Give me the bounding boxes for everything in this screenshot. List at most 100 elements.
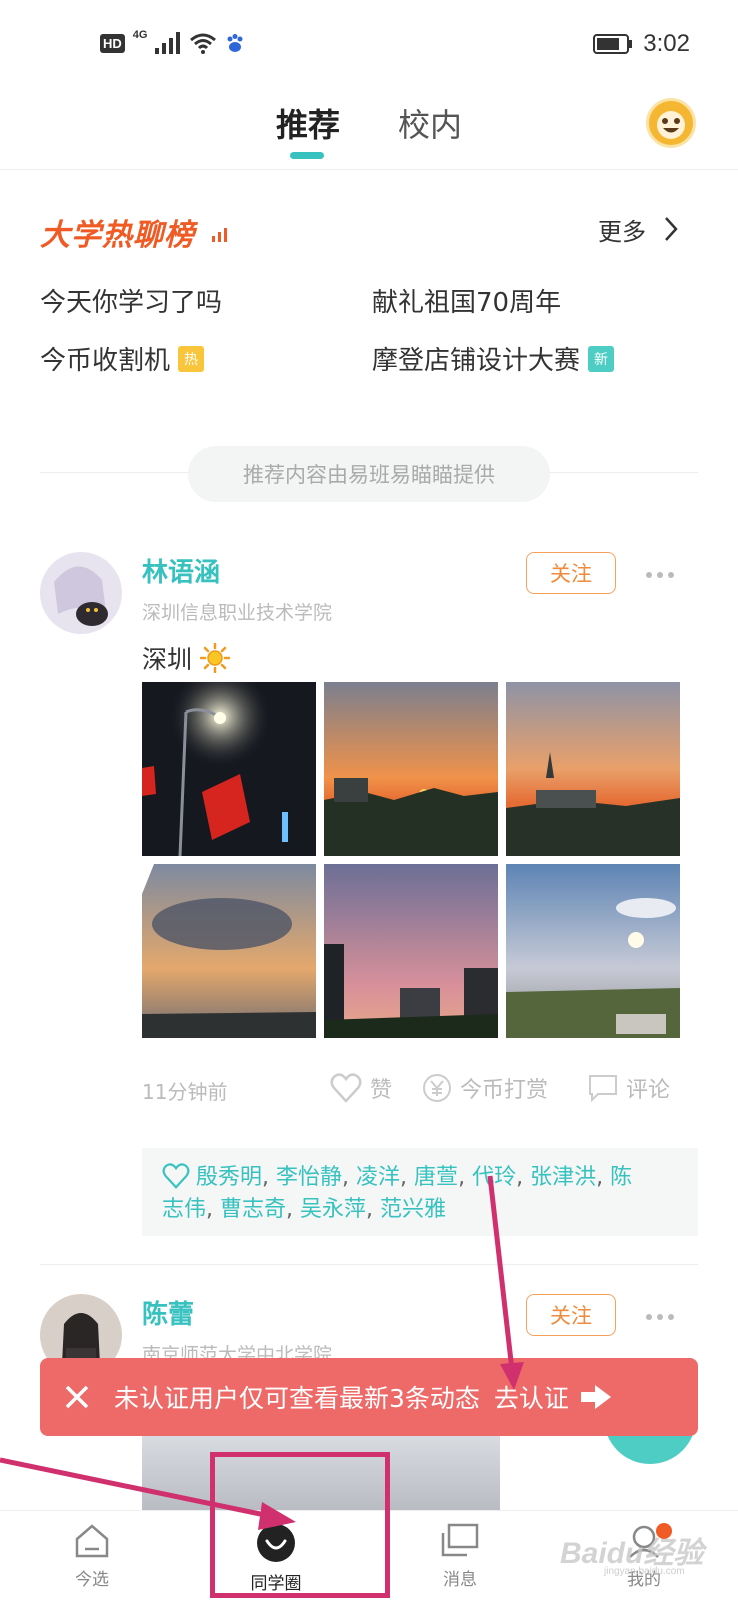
new-badge: 新 xyxy=(588,345,615,372)
liker-name[interactable]: 唐萱 xyxy=(414,1165,458,1190)
comment-label: 评论 xyxy=(626,1078,671,1103)
liker-name[interactable]: 志伟 xyxy=(162,1197,206,1222)
dot xyxy=(646,572,652,578)
post-photo-clouds[interactable] xyxy=(142,864,316,1038)
hot-list-title: 大学热聊榜 xyxy=(40,218,195,253)
post-photo-sunset-sky[interactable] xyxy=(506,864,680,1038)
toast-message: 未认证用户仅可查看最新3条动态 xyxy=(114,1384,480,1413)
post-text-content: 深圳 xyxy=(142,645,193,674)
liker-name[interactable]: 代玲 xyxy=(472,1165,516,1190)
hot-topic-item[interactable]: 今币收割机 热 xyxy=(40,340,205,377)
post-text: 深圳 xyxy=(142,640,231,676)
liker-name[interactable]: 李怡静 xyxy=(276,1165,342,1190)
post-author-name[interactable]: 陈蕾 xyxy=(142,1294,194,1331)
anime-avatar-image xyxy=(40,552,122,634)
heart-outline-icon xyxy=(162,1163,190,1189)
nav-label: 消息 xyxy=(443,1570,477,1590)
hot-topic-label: 今天你学习了吗 xyxy=(40,288,223,318)
tip-button[interactable]: 今币打赏 xyxy=(422,1072,548,1104)
status-right: 3:02 xyxy=(593,30,690,58)
user-avatar-button[interactable] xyxy=(646,98,696,148)
hot-bars-icon xyxy=(212,228,227,242)
hot-topic-item[interactable]: 今天你学习了吗 xyxy=(40,282,222,319)
liker-name[interactable]: 陈 xyxy=(610,1165,632,1190)
like-label: 赞 xyxy=(370,1078,393,1103)
post-author-school: 深圳信息职业技术学院 xyxy=(142,602,333,624)
verify-link-label: 去认证 xyxy=(493,1384,569,1413)
annotation-highlight-box xyxy=(210,1452,390,1598)
post-author-avatar[interactable] xyxy=(40,552,122,634)
hot-topic-item[interactable]: 献礼祖国70周年 xyxy=(372,282,561,319)
tab-recommended[interactable]: 推荐 xyxy=(276,100,340,146)
post-photo-sunset-2[interactable] xyxy=(506,682,680,856)
post-photo-dusk-street[interactable] xyxy=(324,864,498,1038)
hot-topic-label: 献礼祖国70周年 xyxy=(372,288,562,318)
watermark-url: jingyan.baidu.com xyxy=(604,1566,685,1577)
verification-toast[interactable]: 未认证用户仅可查看最新3条动态 去认证 xyxy=(40,1358,698,1436)
liker-name[interactable]: 殷秀明 xyxy=(196,1165,262,1190)
active-tab-indicator xyxy=(290,152,324,159)
hot-topic-label: 摩登店铺设计大赛 xyxy=(372,346,581,376)
home-icon xyxy=(75,1524,109,1558)
photo-image xyxy=(142,864,316,1038)
comment-icon xyxy=(589,1075,617,1102)
dot xyxy=(657,572,663,578)
follow-button[interactable]: 关注 xyxy=(526,1294,616,1336)
battery-icon xyxy=(593,34,633,54)
liked-by-line-1: 殷秀明, 李怡静, 凌洋, 唐萱, 代玲, 张津洪, 陈 xyxy=(162,1162,678,1194)
sun-emoji-icon xyxy=(200,643,231,673)
dot xyxy=(646,1314,652,1320)
clock: 3:02 xyxy=(643,30,690,57)
chevron-right-icon[interactable] xyxy=(664,216,678,242)
liker-name[interactable]: 吴永萍 xyxy=(300,1197,366,1222)
close-icon[interactable] xyxy=(64,1384,90,1410)
tab-campus[interactable]: 校内 xyxy=(398,100,462,146)
smiley-avatar-icon xyxy=(657,111,685,139)
nav-item-home[interactable]: 今选 xyxy=(0,1511,184,1600)
message-icon xyxy=(441,1523,479,1557)
top-tab-bar: 推荐 校内 xyxy=(0,90,738,170)
post-more-button[interactable] xyxy=(646,1312,676,1322)
heart-icon xyxy=(330,1073,362,1103)
liked-by-line-2: 志伟, 曹志奇, 吴永萍, 范兴雅 xyxy=(162,1197,447,1222)
post-photo-flag-night[interactable] xyxy=(142,682,316,856)
post-photo-sunset-1[interactable] xyxy=(324,682,498,856)
follow-button[interactable]: 关注 xyxy=(526,552,616,594)
status-indicators: HD 4G xyxy=(100,29,245,54)
post-more-button[interactable] xyxy=(646,570,676,580)
hot-topic-label: 今币收割机 xyxy=(40,346,171,376)
like-button[interactable]: 赞 xyxy=(330,1072,392,1104)
photo-image xyxy=(324,864,498,1038)
hot-badge: 热 xyxy=(178,345,205,372)
verify-link[interactable]: 去认证 xyxy=(494,1379,613,1415)
post-author-name[interactable]: 林语涵 xyxy=(142,552,220,589)
photo-image xyxy=(506,864,680,1038)
photo-image xyxy=(142,682,316,856)
post-divider xyxy=(40,1264,698,1265)
baidu-paw-icon xyxy=(227,34,243,52)
liker-name[interactable]: 凌洋 xyxy=(356,1165,400,1190)
arrow-right-icon xyxy=(580,1385,611,1409)
tip-label: 今币打赏 xyxy=(460,1078,549,1103)
liker-name[interactable]: 张津洪 xyxy=(530,1165,596,1190)
signal-icon xyxy=(155,32,181,54)
photo-image xyxy=(506,682,680,856)
status-bar: HD 4G 3:02 xyxy=(0,0,738,90)
hot-topic-item[interactable]: 摩登店铺设计大赛 新 xyxy=(372,340,615,377)
dot xyxy=(668,572,674,578)
wifi-icon xyxy=(190,33,217,54)
nav-label: 今选 xyxy=(75,1570,109,1590)
dot xyxy=(668,1314,674,1320)
liker-name[interactable]: 曹志奇 xyxy=(220,1197,286,1222)
dot xyxy=(657,1314,663,1320)
content-provider-note: 推荐内容由易班易瞄瞄提供 xyxy=(188,446,550,502)
liked-by-list: 殷秀明, 李怡静, 凌洋, 唐萱, 代玲, 张津洪, 陈 志伟, 曹志奇, 吴永… xyxy=(142,1148,698,1236)
liker-name[interactable]: 范兴雅 xyxy=(380,1197,446,1222)
comment-button[interactable]: 评论 xyxy=(588,1072,670,1104)
photo-image xyxy=(324,682,498,856)
hot-list-more-link[interactable]: 更多 xyxy=(598,212,646,247)
hd-badge: HD xyxy=(100,33,125,53)
post-timestamp: 11分钟前 xyxy=(142,1080,228,1104)
network-type: 4G xyxy=(132,29,148,41)
nav-item-messages[interactable]: 消息 xyxy=(368,1511,552,1600)
